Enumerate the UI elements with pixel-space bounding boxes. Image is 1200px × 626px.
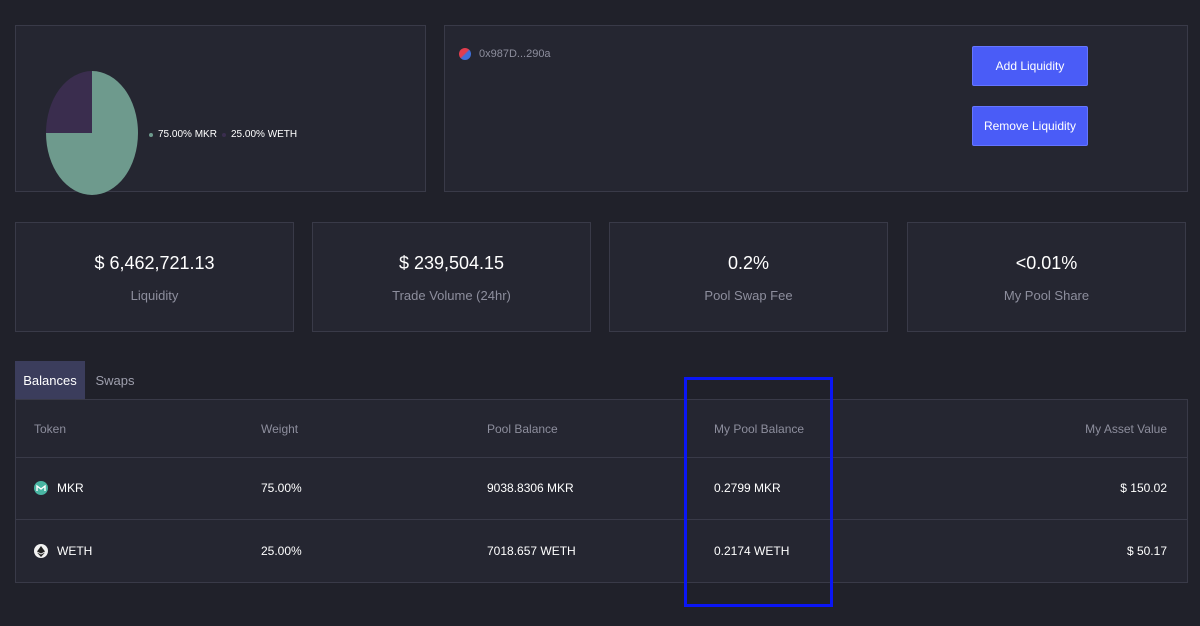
legend-label-mkr: 75.00% MKR: [158, 129, 217, 140]
weth-icon: [34, 544, 48, 558]
stat-card-trade-volume: $ 239,504.15 Trade Volume (24hr): [312, 222, 591, 332]
legend-item-weth: 25.00% WETH: [222, 129, 297, 140]
pool-avatar-icon: [459, 48, 471, 60]
stat-card-liquidity: $ 6,462,721.13 Liquidity: [15, 222, 294, 332]
legend-label-weth: 25.00% WETH: [231, 129, 298, 140]
stat-label-trade-volume: Trade Volume (24hr): [392, 288, 511, 303]
pool-address[interactable]: 0x987D...290a: [459, 48, 551, 60]
my-pool-balance-cell: 0.2799 MKR: [714, 481, 781, 495]
add-liquidity-button[interactable]: Add Liquidity: [972, 46, 1088, 86]
header-token: Token: [34, 421, 67, 436]
pool-balance-cell: 9038.8306 MKR: [487, 481, 574, 495]
tab-swaps[interactable]: Swaps: [85, 361, 145, 399]
stat-label-pool-share: My Pool Share: [1003, 288, 1090, 303]
header-weight: Weight: [261, 421, 299, 436]
tab-balances[interactable]: Balances: [15, 361, 85, 399]
stat-value-swap-fee: 0.2%: [727, 253, 770, 273]
stat-label-liquidity: Liquidity: [130, 288, 179, 303]
pool-balance-cell: 7018.657 WETH: [487, 544, 576, 558]
mkr-icon: [34, 481, 48, 495]
weight-cell: 25.00%: [261, 544, 302, 558]
my-asset-value-cell: $ 50.17: [1126, 544, 1167, 558]
legend-dot-weth: [222, 132, 226, 137]
my-asset-value-cell: $ 150.02: [1120, 481, 1167, 495]
pool-info-panel: 0x987D...290a Add Liquidity Remove Liqui…: [444, 25, 1188, 192]
legend-dot-mkr: [149, 132, 153, 137]
stat-card-pool-share: <0.01% My Pool Share: [907, 222, 1186, 332]
pie-slice-weth: [46, 71, 92, 133]
token-name: WETH: [57, 544, 93, 558]
pool-pie-chart: [46, 71, 138, 195]
table-header-row: Token Weight Pool Balance My Pool Balanc…: [16, 400, 1187, 458]
header-pool-balance: Pool Balance: [487, 421, 558, 436]
legend-item-mkr: 75.00% MKR: [149, 129, 217, 140]
header-my-pool-balance: My Pool Balance: [714, 421, 805, 436]
token-cell: WETH: [34, 520, 92, 582]
stat-value-pool-share: <0.01%: [1015, 253, 1078, 273]
stat-value-trade-volume: $ 239,504.15: [398, 253, 505, 273]
my-pool-balance-cell: 0.2174 WETH: [714, 544, 790, 558]
header-my-asset-value: My Asset Value: [1085, 421, 1167, 436]
token-name: MKR: [57, 481, 84, 495]
stat-card-swap-fee: 0.2% Pool Swap Fee: [609, 222, 888, 332]
pool-address-text[interactable]: 0x987D...290a: [479, 48, 551, 60]
balances-table: Token Weight Pool Balance My Pool Balanc…: [15, 399, 1188, 583]
remove-liquidity-button[interactable]: Remove Liquidity: [972, 106, 1088, 146]
pool-composition-panel: 75.00% MKR 25.00% WETH: [15, 25, 426, 195]
weight-cell: 75.00%: [261, 481, 302, 495]
stat-label-swap-fee: Pool Swap Fee: [704, 288, 793, 303]
token-cell: MKR: [34, 457, 84, 519]
table-row[interactable]: WETH 25.00% 7018.657 WETH 0.2174 WETH $ …: [16, 520, 1187, 582]
table-row[interactable]: MKR 75.00% 9038.8306 MKR 0.2799 MKR $ 15…: [16, 457, 1187, 520]
stat-value-liquidity: $ 6,462,721.13: [94, 253, 215, 273]
